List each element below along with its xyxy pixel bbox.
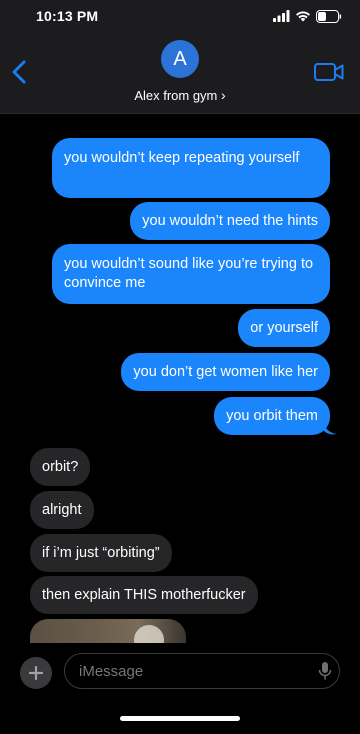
video-camera-icon[interactable] [314,62,344,82]
message-bubble-incoming[interactable]: alright [30,491,94,529]
chevron-right-icon: › [221,87,226,103]
message-bubble-incoming[interactable]: then explain THIS motherfucker [30,576,258,614]
bubble-tail [324,419,337,435]
image-attachment[interactable] [30,619,186,643]
message-thread[interactable]: you wouldn’t keep repeating yourself you… [0,113,360,643]
wifi-icon [296,11,310,22]
battery-icon [316,9,342,23]
home-indicator[interactable] [120,716,240,721]
message-input[interactable] [64,653,340,689]
apps-button[interactable] [20,657,52,689]
compose-bar [0,643,360,734]
plus-icon [29,666,43,680]
status-icons [273,9,342,23]
avatar[interactable]: A [161,40,199,78]
status-time: 10:13 PM [36,8,99,24]
contact-name: Alex from gym [134,88,218,103]
message-bubble-outgoing[interactable]: or yourself [238,309,330,347]
microphone-icon[interactable] [318,661,332,681]
signal-icon [273,10,290,22]
message-bubble-outgoing[interactable]: you wouldn’t keep repeating yourself [52,138,330,198]
contact-name-button[interactable]: Alex from gym › [0,87,360,103]
chevron-left-icon[interactable] [10,60,28,84]
message-bubble-outgoing[interactable]: you don’t get women like her [121,353,330,391]
message-bubble-outgoing[interactable]: you wouldn’t sound like you’re trying to… [52,244,330,304]
message-bubble-incoming[interactable]: if i’m just “orbiting” [30,534,172,572]
status-bar: 10:13 PM [0,0,360,32]
message-bubble-incoming[interactable]: orbit? [30,448,91,486]
message-bubble-outgoing[interactable]: you wouldn’t need the hints [130,202,330,240]
conversation-header: A Alex from gym › [0,32,360,114]
message-bubble-outgoing[interactable]: you orbit them [214,397,330,435]
